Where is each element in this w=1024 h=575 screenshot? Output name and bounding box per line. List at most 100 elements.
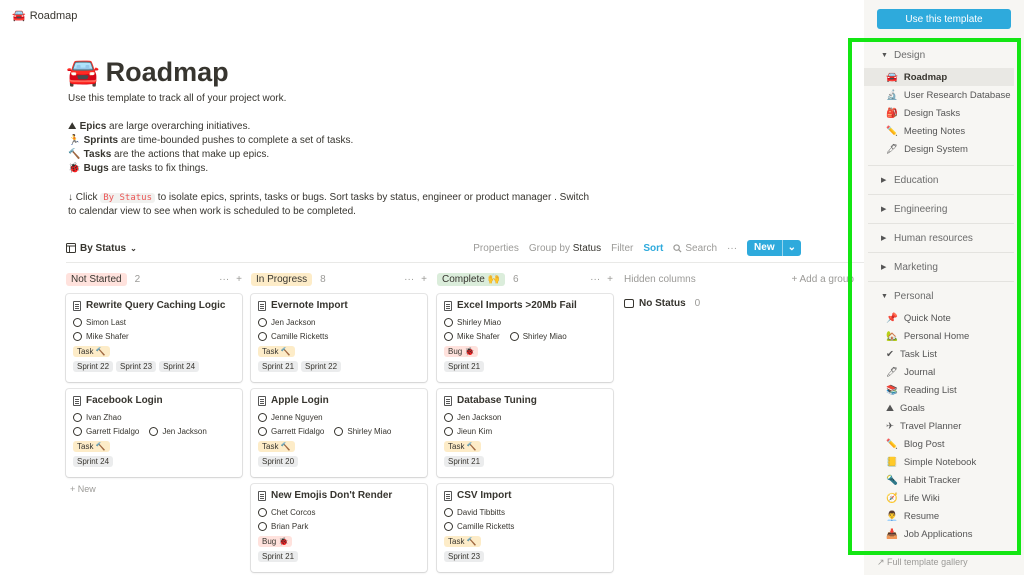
person-row: Shirley Miao <box>444 318 606 327</box>
no-status-column[interactable]: No Status 0 <box>624 298 854 309</box>
type-row: Bug 🐞 <box>444 346 606 357</box>
person: Jieun Kim <box>444 427 492 436</box>
properties-button[interactable]: Properties <box>473 243 519 254</box>
avatar <box>334 427 344 436</box>
column-add-button[interactable]: + <box>607 274 613 285</box>
view-selector[interactable]: By Status ⌄ <box>66 243 137 254</box>
person: Ivan Zhao <box>73 413 122 422</box>
board-card[interactable]: Apple Login Jenne Nguyen Garrett Fidalgo Sh… <box>251 389 427 477</box>
board-card[interactable]: Evernote Import Jen Jackson Camille Ricket… <box>251 294 427 382</box>
person-row: Mike Shafer Shirley Miao <box>444 332 606 341</box>
person-name: Camille Ricketts <box>271 332 329 341</box>
person: Shirley Miao <box>509 332 567 341</box>
person: David Tibbitts <box>444 508 505 517</box>
filter-button[interactable]: Filter <box>611 243 633 254</box>
use-template-button[interactable]: Use this template <box>877 9 1011 29</box>
definition-icon: 🏃 <box>68 135 84 146</box>
avatar <box>444 413 453 422</box>
definition-term: Tasks <box>83 149 112 160</box>
person: Brian Park <box>258 522 308 531</box>
hidden-columns-label: Hidden columns <box>624 273 696 285</box>
board-card[interactable]: Excel Imports >20Mb Fail Shirley Miao Mike… <box>437 294 613 382</box>
add-card-button[interactable]: + New <box>70 484 242 494</box>
type-row: Task 🔨 <box>444 536 606 547</box>
definition-icon: 🔨 <box>68 149 84 160</box>
sprint-tag: Sprint 24 <box>73 456 114 467</box>
main-area: 🚘 Roadmap 🚘 Roadmap Use this template to… <box>0 0 864 575</box>
sprint-row: Sprint 21 <box>444 361 606 372</box>
avatar <box>444 332 453 341</box>
column-more-button[interactable]: ··· <box>590 274 600 285</box>
car-icon: 🚘 <box>66 57 100 88</box>
avatar <box>509 332 519 341</box>
board-card[interactable]: CSV Import David Tibbitts Camille Ricketts… <box>437 484 613 572</box>
sort-button[interactable]: Sort <box>643 243 663 254</box>
search-label: Search <box>685 242 718 254</box>
breadcrumb[interactable]: 🚘 Roadmap <box>12 9 77 22</box>
person: Garrett Fidalgo <box>73 427 139 436</box>
definition-icon: ⛰ <box>68 121 80 132</box>
avatar <box>73 332 82 341</box>
column-count: 2 <box>134 273 141 285</box>
board-toolbar: By Status ⌄ Properties Group by Status F… <box>66 238 801 258</box>
avatar <box>73 318 82 327</box>
column-actions: ··· + <box>219 274 242 285</box>
page-icon <box>444 395 452 406</box>
person-name: Mike Shafer <box>86 332 129 341</box>
instructions-line2: to calendar view to see when work is sch… <box>68 206 356 217</box>
type-row: Task 🔨 <box>444 441 606 452</box>
avatar <box>258 508 267 517</box>
by-status-code: By Status <box>100 193 156 203</box>
card-title-text: Database Tuning <box>457 395 537 406</box>
instructions: ↓ Click By Status to isolate epics, spri… <box>68 191 589 205</box>
full-template-gallery-link[interactable]: ↗ Full template gallery <box>877 557 968 568</box>
type-tag: Bug 🐞 <box>258 536 293 547</box>
more-button[interactable]: ··· <box>727 243 737 254</box>
sprint-tag: Sprint 21 <box>258 551 299 562</box>
definition-text: are tasks to fix things. <box>108 163 209 174</box>
person-name: Garrett Fidalgo <box>86 427 140 436</box>
avatar <box>258 413 267 422</box>
chevron-down-icon[interactable]: ⌄ <box>781 240 801 256</box>
board-view-icon <box>66 243 76 253</box>
board-card[interactable]: Database Tuning Jen Jackson Jieun Kim Task … <box>437 389 613 477</box>
page-icon <box>258 395 266 406</box>
type-row: Task 🔨 <box>73 441 235 452</box>
group-by-button[interactable]: Group by Status <box>529 243 601 254</box>
card-title-text: CSV Import <box>457 490 512 501</box>
person: Jen Jackson <box>444 413 501 422</box>
avatar <box>73 427 82 436</box>
search-button[interactable]: Search <box>673 243 717 254</box>
person: Camille Ricketts <box>258 332 328 341</box>
card-title-text: Apple Login <box>271 395 329 406</box>
column-add-button[interactable]: + <box>421 274 427 285</box>
column-complete: Complete 🙌 6 ··· + Excel Imports >20Mb Fail S… <box>437 272 613 575</box>
definition-text: are time-bounded pushes to complete a se… <box>118 135 354 146</box>
person-row: Chet Corcos <box>258 508 420 517</box>
highlight-box <box>848 38 1021 555</box>
type-row: Task 🔨 <box>73 346 235 357</box>
type-tag: Task 🔨 <box>258 346 295 357</box>
person-name: Garrett Fidalgo <box>271 427 325 436</box>
column-more-button[interactable]: ··· <box>404 274 414 285</box>
new-button[interactable]: New ⌄ <box>747 240 801 256</box>
column-add-button[interactable]: + <box>236 274 242 285</box>
board-card[interactable]: Rewrite Query Caching Logic Simon Last Mik… <box>66 294 242 382</box>
column-more-button[interactable]: ··· <box>219 274 229 285</box>
person-row: Garrett Fidalgo Jen Jackson <box>73 427 235 436</box>
person-name: Ivan Zhao <box>86 413 122 422</box>
add-group-button[interactable]: + Add a group <box>791 274 854 285</box>
avatar <box>444 508 453 517</box>
no-status-label: No Status <box>639 298 686 309</box>
column-actions: ··· + <box>404 274 427 285</box>
board-card[interactable]: Facebook Login Ivan Zhao Garrett Fidalgo Je… <box>66 389 242 477</box>
person-name: Shirley Miao <box>522 332 567 341</box>
board-card[interactable]: New Emojis Don't Render Chet Corcos Brian … <box>251 484 427 572</box>
person-name: Brian Park <box>271 522 309 531</box>
type-tag: Task 🔨 <box>258 441 295 452</box>
intro-text: Use this template to track all of your p… <box>68 93 287 104</box>
status-tag: In Progress <box>251 272 313 286</box>
sprint-tag: Sprint 21 <box>444 456 485 467</box>
new-label: New <box>754 242 775 253</box>
page-icon <box>73 395 81 406</box>
